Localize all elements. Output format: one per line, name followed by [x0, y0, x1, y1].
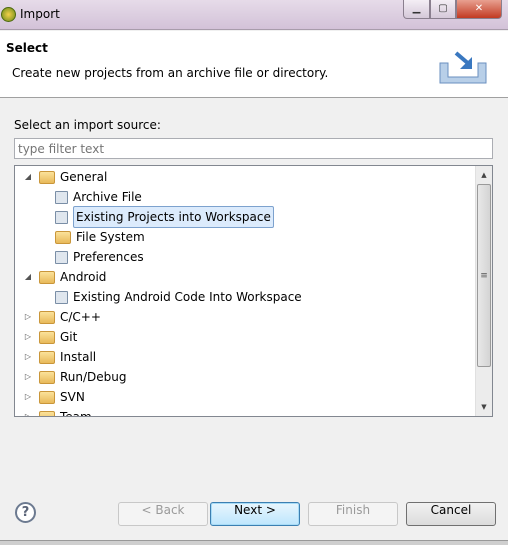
close-button[interactable]: ✕ [456, 0, 502, 19]
help-button[interactable]: ? [15, 502, 36, 523]
window-title: Import [20, 7, 60, 21]
folder-open-icon [39, 410, 55, 416]
tree-item-label: Git [60, 330, 78, 344]
tree-item[interactable]: ▷ C/C++ [23, 307, 101, 327]
tree-item[interactable]: Existing Projects into Workspace [55, 206, 274, 228]
page-description: Create new projects from an archive file… [12, 66, 329, 80]
folder-icon [55, 230, 71, 244]
tree-item[interactable]: Existing Android Code Into Workspace [55, 287, 302, 307]
tree-item-label: General [60, 170, 108, 184]
cancel-button[interactable]: Cancel [406, 502, 496, 526]
folder-open-icon [39, 350, 55, 364]
expanded-arrow-icon[interactable]: ◢ [23, 167, 33, 187]
android-project-icon [55, 290, 68, 304]
eclipse-icon [1, 7, 16, 22]
finish-button[interactable]: Finish [308, 502, 398, 526]
collapsed-arrow-icon[interactable]: ▷ [23, 367, 33, 387]
tree-item[interactable]: ▷ Git [23, 327, 77, 347]
tree-item[interactable]: ▷ SVN [23, 387, 85, 407]
folder-open-icon [39, 330, 55, 344]
window-bottom-border [0, 540, 508, 545]
folder-open-icon [39, 390, 55, 404]
tree-item[interactable]: Archive File [55, 187, 142, 207]
collapsed-arrow-icon[interactable]: ▷ [23, 307, 33, 327]
tree-item-label: Existing Android Code Into Workspace [73, 290, 302, 304]
tree-item-label: SVN [60, 390, 85, 404]
page-title: Select [6, 41, 48, 55]
tree-item[interactable]: ▷ Team [23, 407, 92, 417]
tree-item[interactable]: ▷ Install [23, 347, 96, 367]
expanded-arrow-icon[interactable]: ◢ [23, 267, 33, 287]
tree-item-label: Android [60, 270, 107, 284]
preferences-icon [55, 250, 68, 264]
title-bar: Import ▁ ▢ ✕ [0, 0, 508, 30]
scrollbar-thumb[interactable]: ≡ [477, 184, 491, 367]
folder-open-icon [39, 310, 55, 324]
wizard-header: Select Create new projects from an archi… [0, 31, 508, 98]
tree-item-label: Team [60, 410, 92, 417]
collapsed-arrow-icon[interactable]: ▷ [23, 327, 33, 347]
tree-item-label: Preferences [73, 250, 144, 264]
collapsed-arrow-icon[interactable]: ▷ [23, 347, 33, 367]
minimize-button[interactable]: ▁ [403, 0, 430, 19]
maximize-button[interactable]: ▢ [430, 0, 456, 19]
collapsed-arrow-icon[interactable]: ▷ [23, 407, 33, 416]
back-button[interactable]: < Back [118, 502, 208, 526]
folder-open-icon [39, 270, 55, 284]
tree-item[interactable]: ▷ Run/Debug [23, 367, 127, 387]
next-button[interactable]: Next > [210, 502, 300, 526]
scroll-down-icon[interactable]: ▼ [476, 399, 492, 415]
archive-icon [55, 190, 68, 204]
scroll-up-icon[interactable]: ▲ [476, 167, 492, 183]
tree-item-label: Archive File [73, 190, 142, 204]
import-source-tree[interactable]: ▲ ≡ ▼ ◢ General Archive File Existing Proje… [14, 165, 493, 417]
import-source-label: Select an import source: [14, 118, 161, 132]
collapsed-arrow-icon[interactable]: ▷ [23, 387, 33, 407]
tree-item-label: Existing Projects into Workspace [73, 206, 274, 228]
import-icon [439, 51, 487, 84]
folder-open-icon [39, 370, 55, 384]
tree-item-label: Install [60, 350, 97, 364]
tree-item-label: C/C++ [60, 310, 101, 324]
tree-item-label: File System [76, 230, 145, 244]
folder-open-icon [39, 170, 55, 184]
tree-item[interactable]: ◢ Android [23, 267, 106, 287]
projects-icon [55, 210, 68, 224]
tree-item-label: Run/Debug [60, 370, 127, 384]
tree-item[interactable]: File System [55, 227, 145, 247]
vertical-scrollbar[interactable]: ▲ ≡ ▼ [475, 166, 492, 416]
filter-input[interactable] [14, 138, 493, 159]
tree-item[interactable]: ◢ General [23, 167, 107, 187]
tree-item[interactable]: Preferences [55, 247, 144, 267]
